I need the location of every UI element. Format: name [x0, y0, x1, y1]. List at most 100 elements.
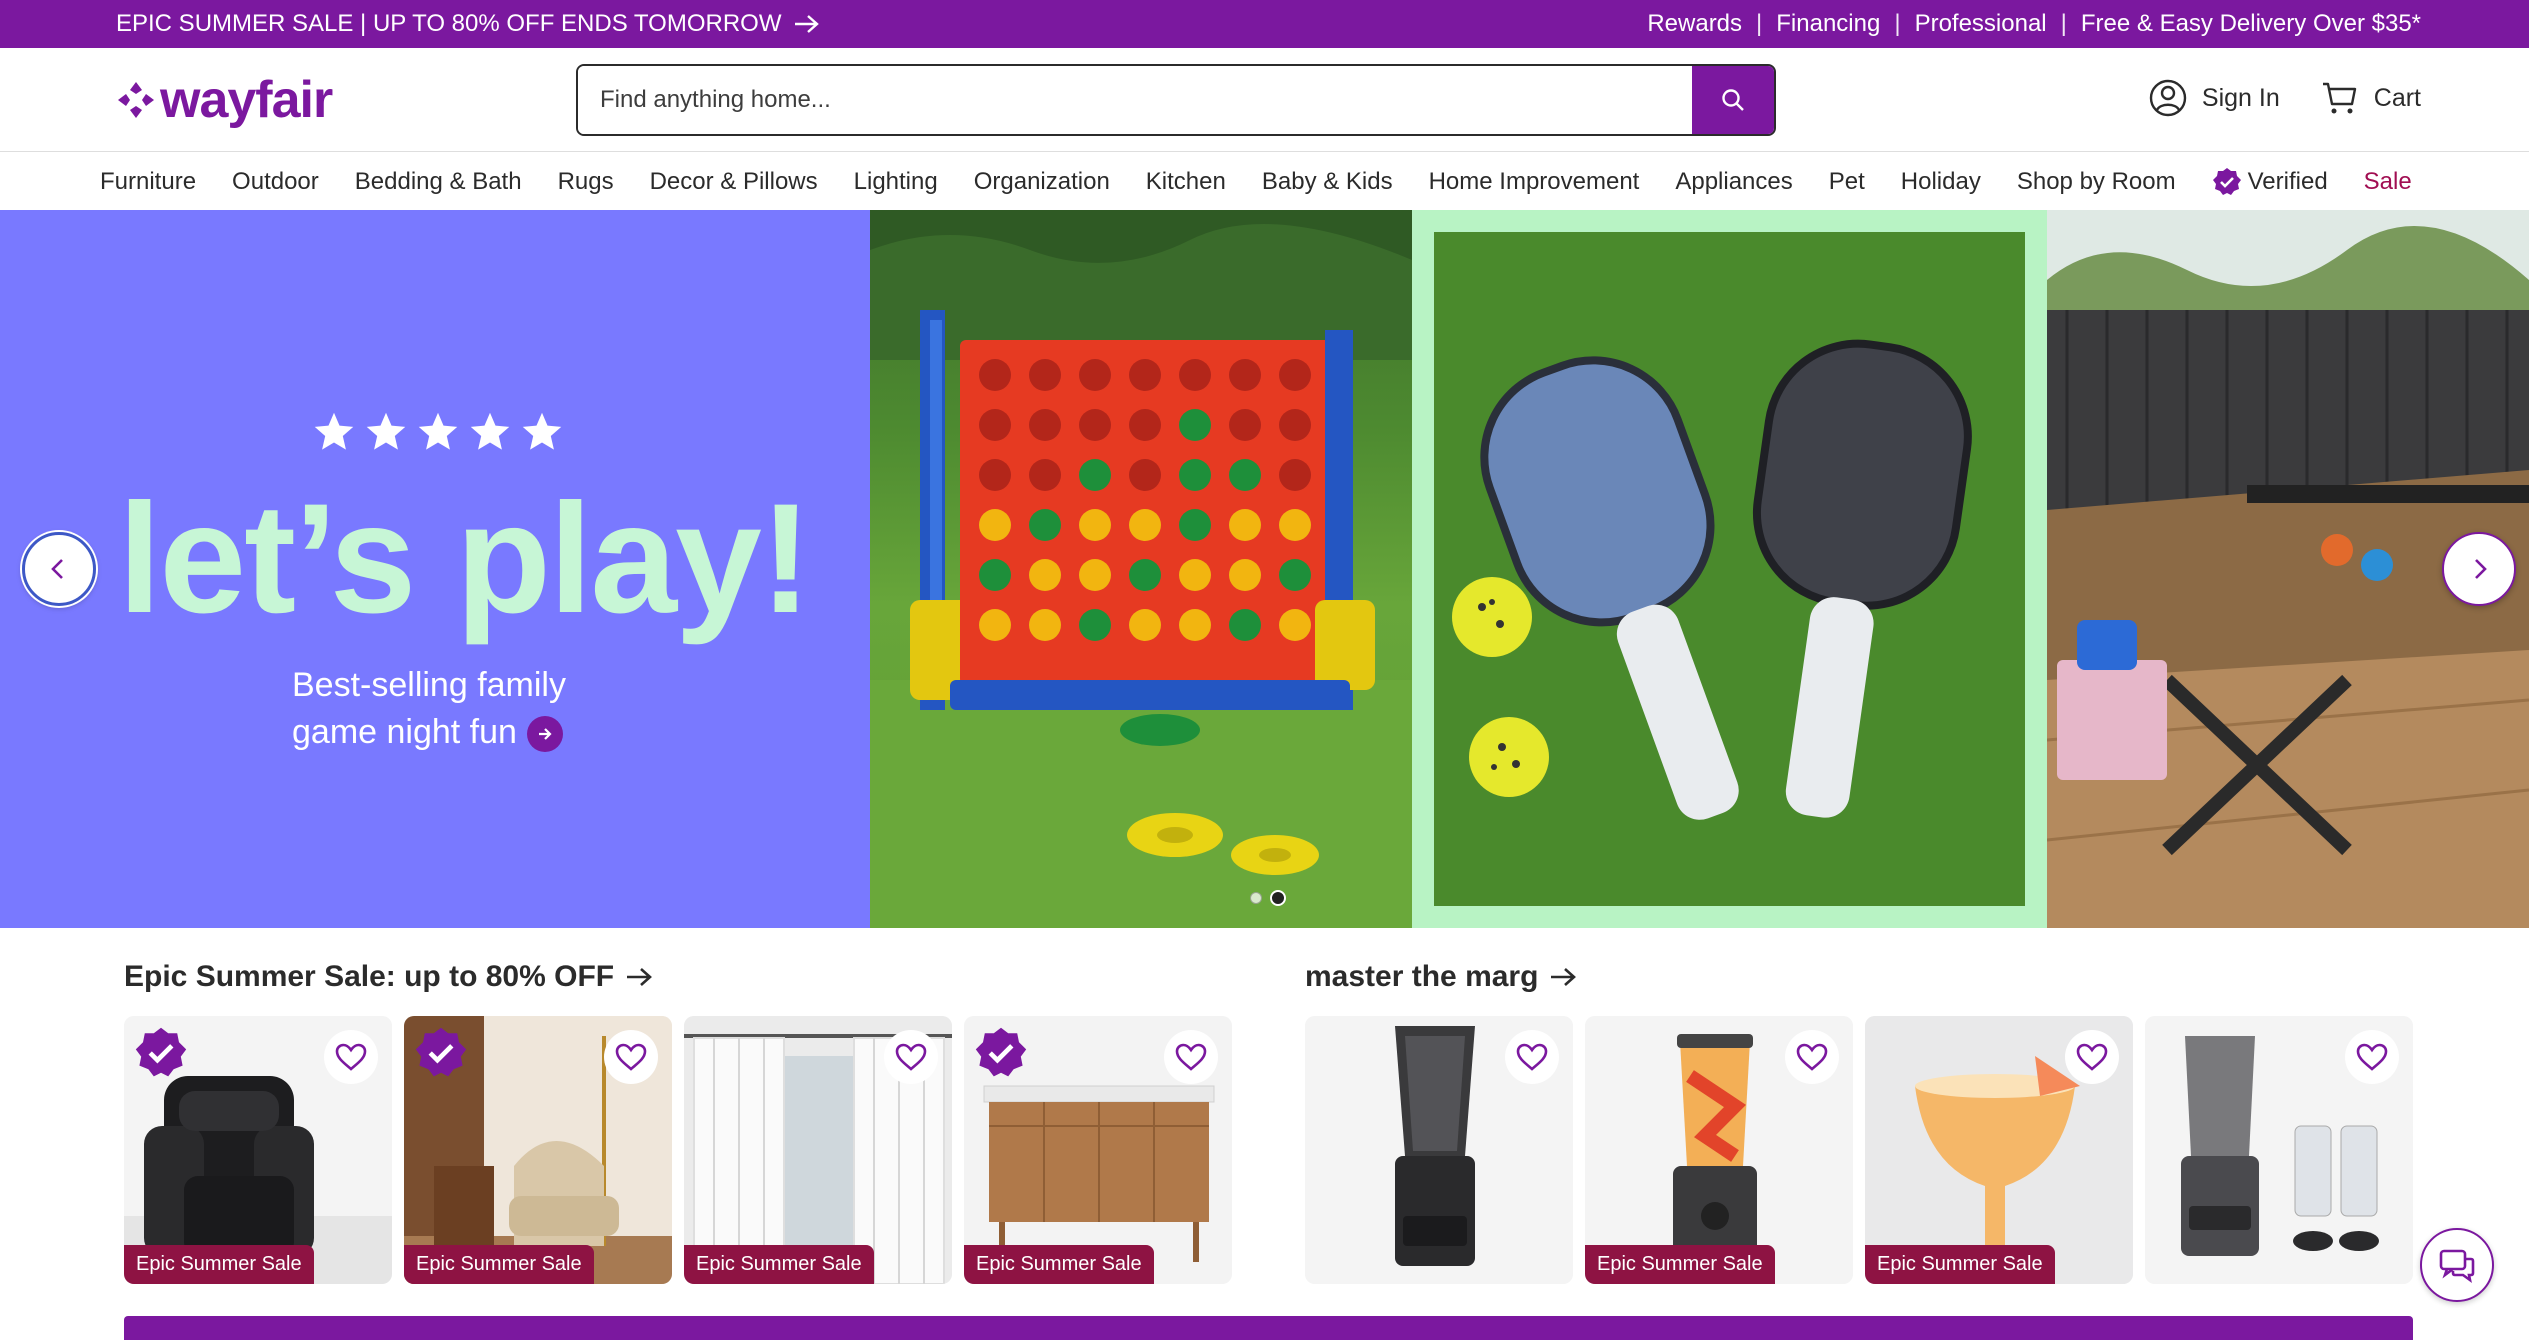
nav-appliances[interactable]: Appliances [1675, 168, 1792, 196]
bottom-banner-edge [124, 1316, 2413, 1340]
wayfair-logo[interactable]: wayfair [116, 70, 333, 130]
marg-section-title-text: master the marg [1305, 960, 1539, 993]
nav-lighting[interactable]: Lighting [854, 168, 938, 196]
sale-tag: Epic Summer Sale [124, 1245, 314, 1284]
divider: | [2060, 10, 2067, 37]
hero-carousel: let’s play! Best-selling family game nig… [0, 210, 2529, 928]
pickleball-illustration [1434, 232, 2025, 906]
carousel-dot-1[interactable] [1250, 892, 1262, 904]
nav-holiday[interactable]: Holiday [1901, 168, 1981, 196]
divider: | [1894, 10, 1901, 37]
nav-verified-label: Verified [2247, 167, 2328, 195]
carousel-dot-2[interactable] [1270, 890, 1286, 906]
arrow-right-icon [795, 15, 820, 33]
sale-product-list: Epic Summer Sale Epic Summer Sale Epic S… [124, 1016, 1232, 1284]
delivery-link[interactable]: Free & Easy Delivery Over $35* [2067, 10, 2421, 38]
favorite-button[interactable] [604, 1030, 658, 1084]
favorite-button[interactable] [1505, 1030, 1559, 1084]
nav-decor-pillows[interactable]: Decor & Pillows [650, 168, 818, 196]
favorite-button[interactable] [324, 1030, 378, 1084]
star-icon [470, 412, 510, 450]
promo-sale-link[interactable]: EPIC SUMMER SALE | UP TO 80% OFF ENDS TO… [116, 10, 821, 38]
sale-tag: Epic Summer Sale [404, 1245, 594, 1284]
favorite-button[interactable] [1785, 1030, 1839, 1084]
marg-section-title[interactable]: master the marg [1305, 960, 1578, 994]
product-card[interactable]: Epic Summer Sale [684, 1016, 952, 1284]
carousel-dots [1250, 890, 1286, 906]
hero-banner[interactable]: let’s play! Best-selling family game nig… [0, 210, 870, 928]
product-card[interactable]: Epic Summer Sale [1585, 1016, 1853, 1284]
star-icon [314, 412, 354, 450]
product-card[interactable]: Epic Summer Sale [124, 1016, 392, 1284]
favorite-button[interactable] [884, 1030, 938, 1084]
verified-badge-icon [2212, 167, 2241, 195]
heart-icon [2356, 1043, 2388, 1071]
hero-title: let’s play! [118, 472, 812, 646]
nav-shop-by-room[interactable]: Shop by Room [2017, 168, 2176, 196]
professional-link[interactable]: Professional [1901, 10, 2061, 38]
heart-icon [615, 1043, 647, 1071]
pickleball-photo [1434, 232, 2025, 906]
sale-tag: Epic Summer Sale [964, 1245, 1154, 1284]
chevron-right-icon [2475, 559, 2487, 579]
nav-furniture[interactable]: Furniture [100, 168, 196, 196]
site-header: wayfair Sign In Cart [0, 48, 2529, 152]
giant-four-in-a-row-image[interactable] [870, 210, 1412, 928]
header-actions: Sign In Cart [2148, 78, 2421, 118]
search-icon [1722, 89, 1744, 111]
sign-in-button[interactable]: Sign In [2148, 78, 2280, 118]
nav-home-improvement[interactable]: Home Improvement [1429, 168, 1640, 196]
rewards-link[interactable]: Rewards [1633, 10, 1756, 38]
account-icon [2149, 79, 2187, 117]
heart-icon [1175, 1043, 1207, 1071]
arrow-right-icon [1551, 968, 1577, 986]
nav-pet[interactable]: Pet [1829, 168, 1865, 196]
chat-icon [2439, 1249, 2475, 1283]
chevron-left-icon [51, 559, 63, 579]
product-card[interactable]: Epic Summer Sale [404, 1016, 672, 1284]
star-icon [366, 412, 406, 450]
favorite-button[interactable] [2345, 1030, 2399, 1084]
promo-sale-text[interactable]: EPIC SUMMER SALE | UP TO 80% OFF ENDS TO… [116, 10, 781, 38]
financing-link[interactable]: Financing [1762, 10, 1894, 38]
carousel-prev-button[interactable] [22, 532, 96, 606]
hero-subtitle-line2-text: game night fun [292, 713, 517, 751]
heart-icon [1516, 1043, 1548, 1071]
nav-bedding-bath[interactable]: Bedding & Bath [355, 168, 522, 196]
carousel-next-button[interactable] [2442, 532, 2516, 606]
star-icon [522, 412, 562, 450]
cart-icon [2322, 82, 2356, 114]
sale-section-title-text: Epic Summer Sale: up to 80% OFF [124, 960, 615, 993]
hero-subtitle-line2[interactable]: game night fun [292, 709, 566, 756]
game-illustration [870, 210, 1412, 928]
search-input[interactable] [578, 66, 1692, 134]
heart-icon [1796, 1043, 1828, 1071]
favorite-button[interactable] [2065, 1030, 2119, 1084]
sign-in-label: Sign In [2201, 83, 2280, 112]
nav-organization[interactable]: Organization [974, 168, 1110, 196]
product-card[interactable] [2145, 1016, 2413, 1284]
nav-rugs[interactable]: Rugs [558, 168, 614, 196]
sale-tag: Epic Summer Sale [1585, 1245, 1775, 1284]
cart-button[interactable]: Cart [2320, 78, 2421, 118]
hero-subtitle: Best-selling family game night fun [292, 662, 566, 756]
pickleball-paddles-image[interactable] [1412, 210, 2047, 928]
favorite-button[interactable] [1164, 1030, 1218, 1084]
nav-baby-kids[interactable]: Baby & Kids [1262, 168, 1393, 196]
search-button[interactable] [1692, 66, 1774, 134]
nav-kitchen[interactable]: Kitchen [1146, 168, 1226, 196]
product-card[interactable] [1305, 1016, 1573, 1284]
heart-icon [895, 1043, 927, 1071]
cart-label: Cart [2373, 83, 2421, 112]
promo-links: Rewards | Financing | Professional | Fre… [1633, 10, 2421, 38]
product-card[interactable]: Epic Summer Sale [1865, 1016, 2133, 1284]
nav-sale[interactable]: Sale [2364, 168, 2412, 196]
sale-section-title[interactable]: Epic Summer Sale: up to 80% OFF [124, 960, 654, 994]
divider: | [1756, 10, 1763, 37]
nav-verified[interactable]: Verified [2212, 167, 2328, 197]
star-icon [418, 412, 458, 450]
chat-button[interactable] [2420, 1228, 2494, 1302]
nav-outdoor[interactable]: Outdoor [232, 168, 319, 196]
product-card[interactable]: Epic Summer Sale [964, 1016, 1232, 1284]
heart-icon [335, 1043, 367, 1071]
